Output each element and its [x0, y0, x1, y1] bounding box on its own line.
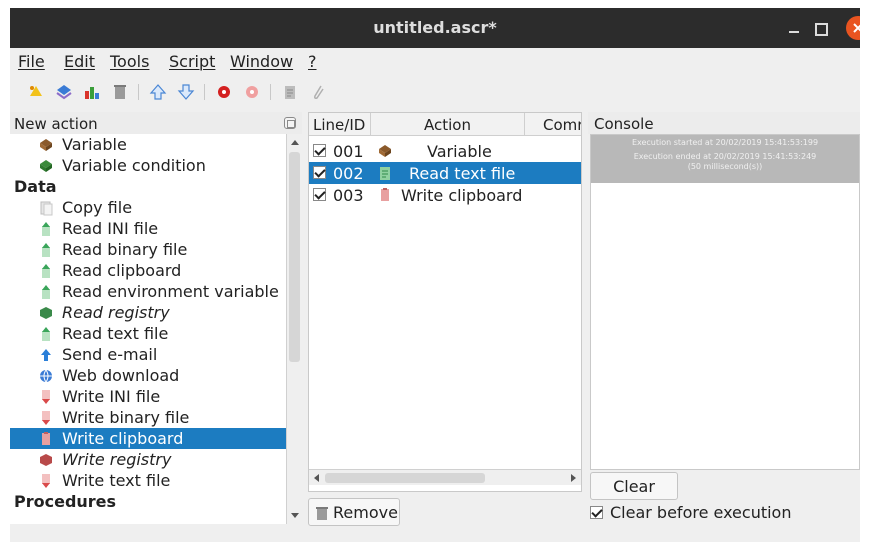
read-binary-icon — [42, 243, 50, 257]
row-checkbox[interactable] — [313, 166, 326, 179]
list-item[interactable]: Variable — [10, 134, 286, 155]
read-clipboard-icon — [42, 264, 50, 278]
list-item[interactable]: Read environment variable — [10, 281, 286, 302]
column-header-action[interactable]: Action — [371, 113, 525, 136]
list-item[interactable]: Web download — [10, 365, 286, 386]
read-text-icon — [380, 167, 390, 180]
maximize-button[interactable] — [808, 16, 832, 40]
read-registry-icon — [40, 307, 52, 319]
row-checkbox[interactable] — [313, 188, 326, 201]
list-item[interactable]: Write registry — [10, 449, 286, 470]
new-action-title: New action — [14, 115, 98, 133]
app-window: untitled.ascr* File Edit Tools Script Wi… — [10, 8, 860, 542]
save-script-icon[interactable] — [82, 82, 102, 102]
read-text-icon — [42, 327, 50, 341]
clear-before-execution-checkbox[interactable] — [590, 506, 603, 519]
attach-icon[interactable] — [308, 82, 328, 102]
minimize-button[interactable] — [782, 16, 806, 40]
open-script-icon[interactable] — [54, 82, 74, 102]
toolbar-separator — [204, 84, 205, 100]
category-data: Data — [14, 177, 57, 196]
new-script-icon[interactable] — [26, 82, 46, 102]
variable-icon — [40, 139, 52, 151]
write-binary-icon — [42, 411, 50, 425]
list-item[interactable]: Variable condition — [10, 155, 286, 176]
list-item[interactable]: Write INI file — [10, 386, 286, 407]
write-ini-icon — [42, 390, 50, 404]
scroll-up-icon[interactable] — [290, 138, 300, 148]
read-env-icon — [42, 285, 50, 299]
debug-icon[interactable] — [242, 82, 262, 102]
new-action-panel-header: New action — [10, 112, 302, 134]
category-procedures: Procedures — [14, 492, 117, 511]
run-icon[interactable] — [214, 82, 234, 102]
list-item[interactable]: Read INI file — [10, 218, 286, 239]
menu-tools[interactable]: Tools — [110, 52, 149, 71]
new-action-list: Variable Variable condition Data Copy fi… — [10, 134, 286, 524]
variable-icon — [379, 145, 391, 157]
console-execution-log: Execution started at 20/02/2019 15:41:53… — [591, 135, 859, 183]
send-mail-icon — [41, 349, 51, 361]
read-ini-icon — [42, 222, 50, 236]
compile-icon[interactable] — [280, 82, 300, 102]
script-lines-table: Line/ID Action Comr 001 Variable 002 Rea… — [308, 112, 582, 492]
scroll-left-icon[interactable] — [312, 473, 322, 483]
list-item[interactable]: Send e-mail — [10, 344, 286, 365]
list-item[interactable]: Write text file — [10, 470, 286, 491]
write-registry-icon — [40, 454, 52, 466]
list-item[interactable]: Read binary file — [10, 239, 286, 260]
variable-condition-icon — [40, 160, 52, 172]
menu-script[interactable]: Script — [169, 52, 215, 71]
write-clipboard-icon — [381, 188, 389, 201]
menu-bar: File Edit Tools Script Window ? — [10, 50, 860, 74]
scroll-thumb[interactable] — [289, 152, 300, 362]
scroll-down-icon[interactable] — [290, 510, 300, 520]
list-item-selected[interactable]: Write clipboard — [10, 428, 286, 449]
title-bar: untitled.ascr* — [10, 8, 860, 48]
write-clipboard-icon — [42, 432, 50, 445]
web-download-icon — [40, 369, 52, 383]
toolbar-separator — [270, 84, 271, 100]
table-row-selected[interactable]: 002 Read text file — [309, 162, 581, 184]
window-title: untitled.ascr* — [373, 18, 497, 37]
list-item[interactable]: Copy file — [10, 197, 286, 218]
write-text-icon — [42, 474, 50, 488]
scroll-thumb[interactable] — [325, 473, 485, 483]
table-row[interactable]: 003 Write clipboard — [309, 184, 581, 206]
move-down-icon[interactable] — [176, 82, 196, 102]
toolbar-separator — [138, 84, 139, 100]
dock-button[interactable] — [284, 117, 296, 129]
remove-button[interactable]: Remove — [308, 498, 400, 526]
list-item[interactable]: Read clipboard — [10, 260, 286, 281]
delete-icon[interactable] — [110, 82, 130, 102]
close-icon — [853, 23, 860, 33]
column-header-comment[interactable]: Comr — [525, 113, 581, 136]
menu-edit[interactable]: Edit — [64, 52, 95, 71]
left-list-scrollbar[interactable] — [286, 134, 302, 524]
move-up-icon[interactable] — [148, 82, 168, 102]
scroll-right-icon[interactable] — [568, 473, 578, 483]
console-output: Execution started at 20/02/2019 15:41:53… — [590, 134, 860, 470]
console-title: Console — [594, 115, 654, 133]
copy-file-icon — [40, 201, 53, 216]
menu-help[interactable]: ? — [308, 52, 317, 71]
toolbar — [10, 78, 860, 106]
menu-file[interactable]: File — [18, 52, 45, 71]
table-horizontal-scrollbar[interactable] — [309, 469, 581, 485]
list-item[interactable]: Read text file — [10, 323, 286, 344]
list-item[interactable]: Read registry — [10, 302, 286, 323]
table-row[interactable]: 001 Variable — [309, 140, 581, 162]
list-item[interactable]: Write binary file — [10, 407, 286, 428]
console-panel-header: Console — [588, 112, 860, 134]
clear-button[interactable]: Clear — [590, 472, 678, 500]
column-header-line-id[interactable]: Line/ID — [309, 113, 371, 136]
trash-icon — [316, 507, 328, 520]
row-checkbox[interactable] — [313, 144, 326, 157]
menu-window[interactable]: Window — [230, 52, 293, 71]
